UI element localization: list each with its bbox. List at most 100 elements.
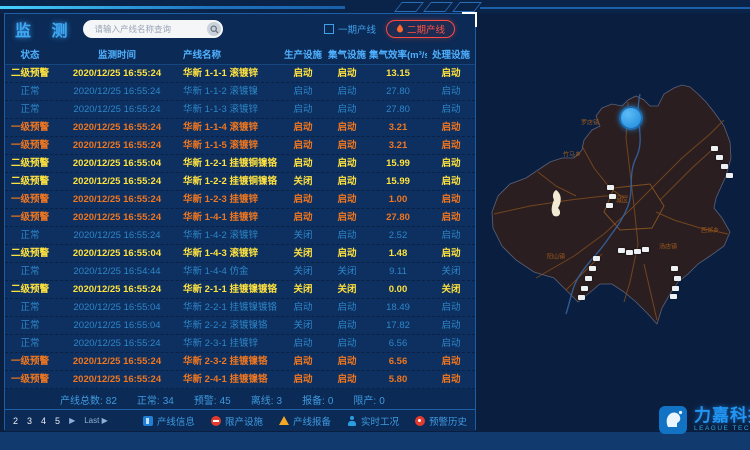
table-row[interactable]: 二级预警2020/12/25 16:55:04华新 1-2-1 挂镀铜镍铬（龙门… [5,155,475,173]
legend-button[interactable]: 限产设施 [211,414,263,428]
line-cell: 华新 2-2-1 挂镀镍镀铬 [179,299,281,316]
line-cell: 华新 2-1-1 挂镀镍镀铬 [179,281,281,298]
column-header[interactable]: 处理设施 [427,47,475,61]
line-cell: 华新 2-3-2 挂镀镍铬 [179,353,281,370]
table-row[interactable]: 一级预警2020/12/25 16:55:24华新 1-1-4 滚镀锌启动启动3… [5,119,475,137]
table-row[interactable]: 二级预警2020/12/25 16:55:24华新 2-1-1 挂镀镍镀铬关闭关… [5,281,475,299]
brand-logo: 力嘉科技 LEAGUE TECH [658,405,750,435]
status-cell: 正常 [5,101,55,118]
table-row[interactable]: 一级预警2020/12/25 16:55:24华新 1-4-1 挂镀锌启动启动2… [5,209,475,227]
time-cell: 2020/12/25 16:55:24 [55,173,179,190]
line-cell: 华新 2-3-1 挂镀锌 [179,335,281,352]
map-site-marker[interactable] [670,294,677,299]
table-row[interactable]: 正常2020/12/25 16:55:24华新 1-1-3 滚镀锌启动启动27.… [5,101,475,119]
page-button[interactable]: 2 [13,416,18,426]
map-site-marker[interactable] [589,266,596,271]
eff-cell: 15.99 [369,155,427,172]
map-site-marker[interactable] [626,250,633,255]
top-decor-bar [0,0,750,13]
prod-cell: 关闭 [281,317,325,334]
pagination: 2345 ▶ Last ▶ [13,416,108,426]
table-row[interactable]: 正常2020/12/25 16:54:44华新 1-4-4 仿金关闭关闭9.11… [5,263,475,281]
gas-cell: 启动 [325,299,369,316]
map-site-marker[interactable] [581,286,588,291]
column-header[interactable]: 状态 [5,47,55,61]
treat-cell: 启动 [427,137,475,154]
map-site-marker[interactable] [607,185,614,190]
map-site-marker[interactable] [618,248,625,253]
legend-button[interactable]: 实时工况 [347,414,399,428]
map-site-marker[interactable] [671,266,678,271]
map-marker-blue[interactable] [619,106,643,130]
table-row[interactable]: 二级预警2020/12/25 16:55:24华新 1-1-1 滚镀锌启动启动1… [5,65,475,83]
phase2-button[interactable]: 二期产线 [386,20,455,38]
column-header[interactable]: 产线名称 [179,47,281,61]
map-site-marker[interactable] [593,256,600,261]
map-site-marker[interactable] [642,247,649,252]
logo-text-zh: 力嘉科技 [694,407,750,425]
column-header[interactable]: 集气设施 [325,47,369,61]
last-page-button[interactable]: Last ▶ [84,416,108,425]
column-header[interactable]: 生产设施 [281,47,325,61]
table-row[interactable]: 一级预警2020/12/25 16:55:24华新 2-3-2 挂镀镍铬启动启动… [5,353,475,371]
map-site-marker[interactable] [711,146,718,151]
treat-cell: 启动 [427,353,475,370]
gas-cell: 启动 [325,155,369,172]
table-row[interactable]: 正常2020/12/25 16:55:24华新 2-3-1 挂镀锌启动启动6.5… [5,335,475,353]
summary-label: 预警: [194,396,217,407]
prod-cell: 启动 [281,137,325,154]
search-icon[interactable] [207,22,221,36]
next-page-button[interactable]: ▶ [69,416,75,425]
time-cell: 2020/12/25 16:55:24 [55,119,179,136]
page-button[interactable]: 4 [41,416,46,426]
prod-cell: 启动 [281,155,325,172]
map-place-label: 城区 [616,196,628,205]
map-site-marker[interactable] [674,276,681,281]
status-cell: 二级预警 [5,245,55,262]
map-site-marker[interactable] [609,194,616,199]
table-row[interactable]: 正常2020/12/25 16:55:04华新 2-2-1 挂镀镍镀铬启动启动1… [5,299,475,317]
page-button[interactable]: 5 [55,416,60,426]
bottom-toolbar: 2345 ▶ Last ▶ 产线信息 限产设施 产线报备 实时工况 预警历史 [5,409,475,431]
table-row[interactable]: 一级预警2020/12/25 16:55:24华新 2-4-1 挂镀镍铬启动启动… [5,371,475,389]
table-row[interactable]: 正常2020/12/25 16:55:24华新 1-4-2 滚镀锌关闭启动2.5… [5,227,475,245]
page-button[interactable]: 3 [27,416,32,426]
map-site-marker[interactable] [634,249,641,254]
gas-cell: 启动 [325,227,369,244]
line-info-button[interactable]: 产线信息 [143,414,195,428]
map-site-marker[interactable] [606,203,613,208]
column-header[interactable]: 监测时间 [55,47,179,61]
eff-cell: 27.80 [369,101,427,118]
city-map: 罗店镇竹马乡城区西郊乡阳山镇汤店镇 [478,50,750,395]
summary-value: 0 [328,396,334,407]
legend-button[interactable]: 产线报备 [279,414,331,428]
time-cell: 2020/12/25 16:55:04 [55,317,179,334]
map-site-marker[interactable] [578,295,585,300]
phase1-checkbox[interactable]: 一期产线 [324,22,376,36]
eff-cell: 3.21 [369,137,427,154]
eff-cell: 5.80 [369,371,427,388]
status-cell: 一级预警 [5,353,55,370]
treat-cell: 启动 [427,65,475,82]
search-box[interactable] [83,20,223,38]
map-site-marker[interactable] [672,286,679,291]
search-input[interactable] [92,23,207,35]
legend-label: 产线报备 [293,414,331,428]
table-row[interactable]: 二级预警2020/12/25 16:55:24华新 1-2-2 挂镀铜镍铬（环形… [5,173,475,191]
info-icon [143,416,153,426]
table-row[interactable]: 正常2020/12/25 16:55:24华新 1-1-2 滚镀镍启动启动27.… [5,83,475,101]
summary-label: 产线总数: [60,396,103,407]
table-row[interactable]: 正常2020/12/25 16:55:04华新 2-2-2 滚镀镍铬关闭启动17… [5,317,475,335]
legend-button[interactable]: 预警历史 [415,414,467,428]
table-row[interactable]: 一级预警2020/12/25 16:55:24华新 1-2-3 挂镀锌启动启动1… [5,191,475,209]
column-header[interactable]: 集气效率(m³/s) [369,47,427,61]
map-site-marker[interactable] [716,155,723,160]
map-site-marker[interactable] [721,164,728,169]
status-cell: 正常 [5,317,55,334]
table-row[interactable]: 一级预警2020/12/25 16:55:24华新 1-1-5 滚镀锌启动启动3… [5,137,475,155]
legend-buttons: 产线信息 限产设施 产线报备 实时工况 预警历史 [143,414,467,428]
table-row[interactable]: 二级预警2020/12/25 16:55:04华新 1-4-3 滚镀锌关闭启动1… [5,245,475,263]
map-site-marker[interactable] [726,173,733,178]
map-site-marker[interactable] [585,276,592,281]
status-cell: 正常 [5,227,55,244]
